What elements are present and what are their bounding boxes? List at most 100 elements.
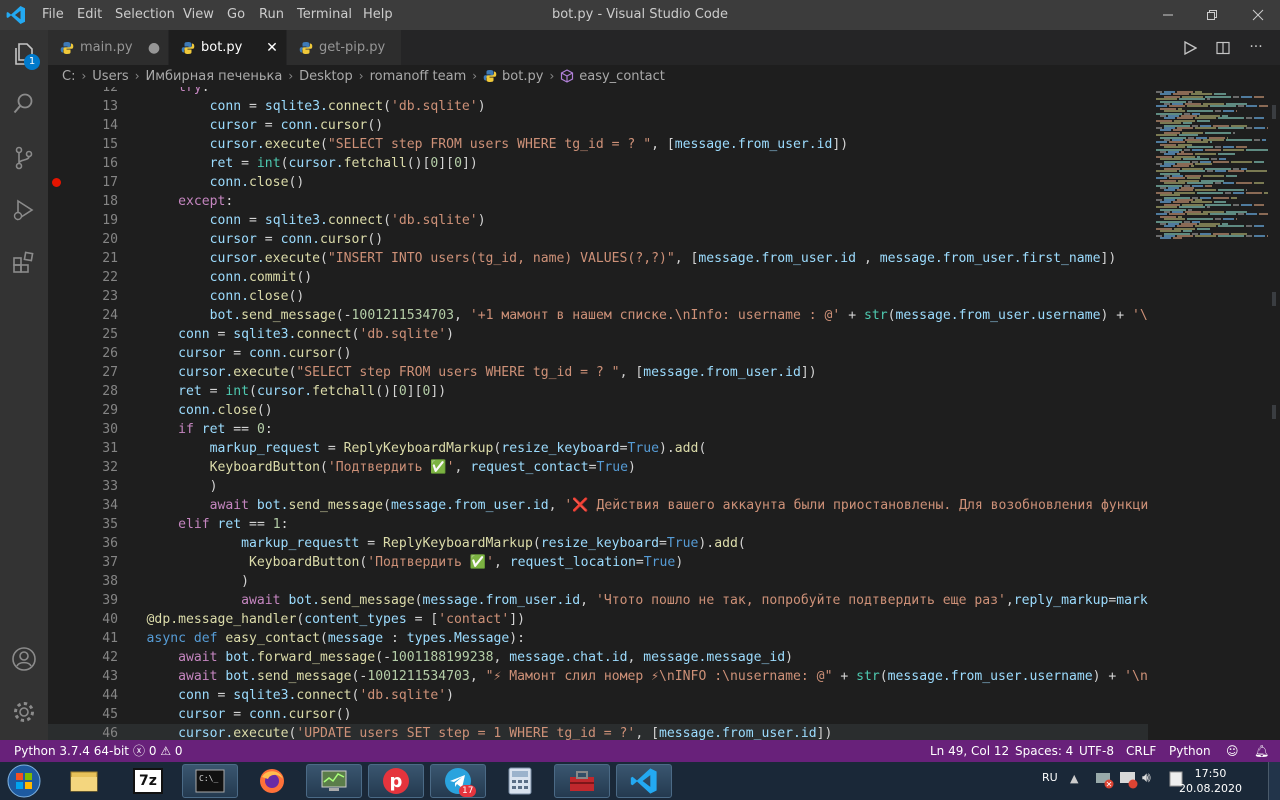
start-button[interactable] [4,763,44,799]
more-actions-button[interactable]: ··· [1244,38,1268,58]
restore-button[interactable] [1190,0,1234,30]
code-line[interactable]: 22 conn.commit() [48,268,1148,287]
code-line[interactable]: 33 ) [48,477,1148,496]
code-line[interactable]: 14 cursor = conn.cursor() [48,116,1148,135]
code-line[interactable]: 20 cursor = conn.cursor() [48,230,1148,249]
code-line[interactable]: 34 await bot.send_message(message.from_u… [48,496,1148,515]
accounts-button[interactable] [0,635,48,683]
line-endings[interactable]: CRLF [1126,740,1156,762]
run-debug-button[interactable] [0,186,48,234]
close-window-button[interactable] [1236,0,1280,30]
tab-main-py[interactable]: main.py ● [48,30,169,65]
code-line[interactable]: 26 cursor = conn.cursor() [48,344,1148,363]
show-desktop-button[interactable] [1268,762,1280,800]
tray-expand-icon[interactable]: ▲ [1070,772,1078,785]
close-tab-icon[interactable]: ✕ [258,40,286,56]
code-line[interactable]: 43 await bot.send_message(-1001211534703… [48,667,1148,686]
code-line[interactable]: 19 conn = sqlite3.connect('db.sqlite') [48,211,1148,230]
breadcrumb-users[interactable]: Users [92,69,128,84]
extensions-button[interactable] [0,238,48,286]
problems-indicator[interactable]: ⓧ 0 ⚠ 0 [133,740,183,762]
taskbar-telegram[interactable]: 17 [430,764,486,798]
minimap-line [1213,196,1229,199]
editor-scrollbar[interactable] [1268,87,1280,740]
minimap-line [1173,237,1182,240]
taskbar-vscode[interactable] [616,764,672,798]
minimap-line [1262,139,1266,141]
taskbar-explorer[interactable] [56,764,112,798]
notifications-button[interactable]: 🔔︎ [1254,740,1269,762]
code-line[interactable]: 21 cursor.execute("INSERT INTO users(tg_… [48,249,1148,268]
explorer-button[interactable]: 1 [0,30,48,78]
tab-bot-py[interactable]: bot.py ✕ [169,30,287,65]
unsaved-dot-icon[interactable]: ● [140,40,168,56]
code-line[interactable]: 37 KeyboardButton('Подтвердить ✅', reque… [48,553,1148,572]
encoding[interactable]: UTF-8 [1079,740,1114,762]
cursor-position[interactable]: Ln 49, Col 12 [930,740,1009,762]
source-control-icon [15,146,33,170]
code-line[interactable]: 30 if ret == 0: [48,420,1148,439]
code-line[interactable]: 17 conn.close() [48,173,1148,192]
taskbar-calculator[interactable] [492,764,548,798]
minimap-line [1213,160,1229,163]
minimap-line [1246,105,1257,108]
code-line[interactable]: 23 conn.close() [48,287,1148,306]
p-app-icon: р [383,768,409,794]
code-line[interactable]: 12 try: [48,87,1148,97]
code-line[interactable]: 32 KeyboardButton('Подтвердить ✅', reque… [48,458,1148,477]
taskbar-app-p[interactable]: р [368,764,424,798]
code-line[interactable]: 15 cursor.execute("SELECT step FROM user… [48,135,1148,154]
run-python-button[interactable] [1180,38,1200,58]
minimap-line [1215,170,1226,173]
clock[interactable]: 17:50 20.08.2020 [1179,766,1242,796]
taskbar-toolbox[interactable] [554,764,610,798]
code-line[interactable]: 18 except: [48,192,1148,211]
python-interpreter[interactable]: Python 3.7.4 64-bit [14,740,129,762]
taskbar-task-manager[interactable] [306,764,362,798]
tray-volume-icon[interactable]: 🔊︎ [1142,770,1151,786]
code-line[interactable]: 27 cursor.execute("SELECT step FROM user… [48,363,1148,382]
code-line[interactable]: 46 cursor.execute('UPDATE users SET step… [48,724,1148,740]
code-line[interactable]: 40 @dp.message_handler(content_types = [… [48,610,1148,629]
minimap[interactable] [1150,87,1268,740]
code-line[interactable]: 42 await bot.forward_message(-1001188199… [48,648,1148,667]
split-editor-button[interactable] [1213,38,1233,58]
breadcrumb-desktop[interactable]: Desktop [299,69,353,84]
taskbar-cmd[interactable]: C:\_ [182,764,238,798]
code-line[interactable]: 29 conn.close() [48,401,1148,420]
tab-get-pip-py[interactable]: get-pip.py [287,30,402,65]
code-line[interactable]: 36 markup_requestt = ReplyKeyboardMarkup… [48,534,1148,553]
code-line[interactable]: 35 elif ret == 1: [48,515,1148,534]
search-view-button[interactable] [0,80,48,128]
breadcrumb-file[interactable]: bot.py [502,69,543,84]
code-line[interactable]: 38 ) [48,572,1148,591]
code-editor[interactable]: 12 try: 13 conn = sqlite3.connect('db.sql… [48,87,1148,740]
tray-network-error-icon[interactable]: ✕ [1094,769,1114,793]
code-line[interactable]: 24 bot.send_message(-1001211534703, '+1 … [48,306,1148,325]
breadcrumb-symbol[interactable]: easy_contact [579,69,665,84]
feedback-button[interactable]: ☺ [1226,740,1239,762]
input-language[interactable]: RU [1042,771,1058,784]
taskbar-firefox[interactable] [244,764,300,798]
language-mode[interactable]: Python [1169,740,1211,762]
breadcrumb-drive[interactable]: C: [62,69,75,84]
code-line[interactable]: 28 ret = int(cursor.fetchall()[0][0]) [48,382,1148,401]
source-control-button[interactable] [0,134,48,182]
indentation[interactable]: Spaces: 4 [1015,740,1073,762]
code-line[interactable]: 39 await bot.send_message(message.from_u… [48,591,1148,610]
tab-label: bot.py [201,40,243,55]
taskbar-7zip[interactable]: 7z [120,764,176,798]
minimap-line [1210,141,1212,144]
minimize-button[interactable] [1146,0,1190,30]
tray-display-icon[interactable] [1118,769,1138,793]
code-line[interactable]: 25 conn = sqlite3.connect('db.sqlite') [48,325,1148,344]
code-line[interactable]: 44 conn = sqlite3.connect('db.sqlite') [48,686,1148,705]
manage-button[interactable] [0,688,48,736]
code-line[interactable]: 41 async def easy_contact(message : type… [48,629,1148,648]
code-line[interactable]: 13 conn = sqlite3.connect('db.sqlite') [48,97,1148,116]
code-line[interactable]: 16 ret = int(cursor.fetchall()[0][0]) [48,154,1148,173]
code-line[interactable]: 45 cursor = conn.cursor() [48,705,1148,724]
breadcrumb-user-folder[interactable]: Имбирная печенька [146,69,283,84]
code-line[interactable]: 31 markup_request = ReplyKeyboardMarkup(… [48,439,1148,458]
breadcrumb-project[interactable]: romanoff team [370,69,467,84]
